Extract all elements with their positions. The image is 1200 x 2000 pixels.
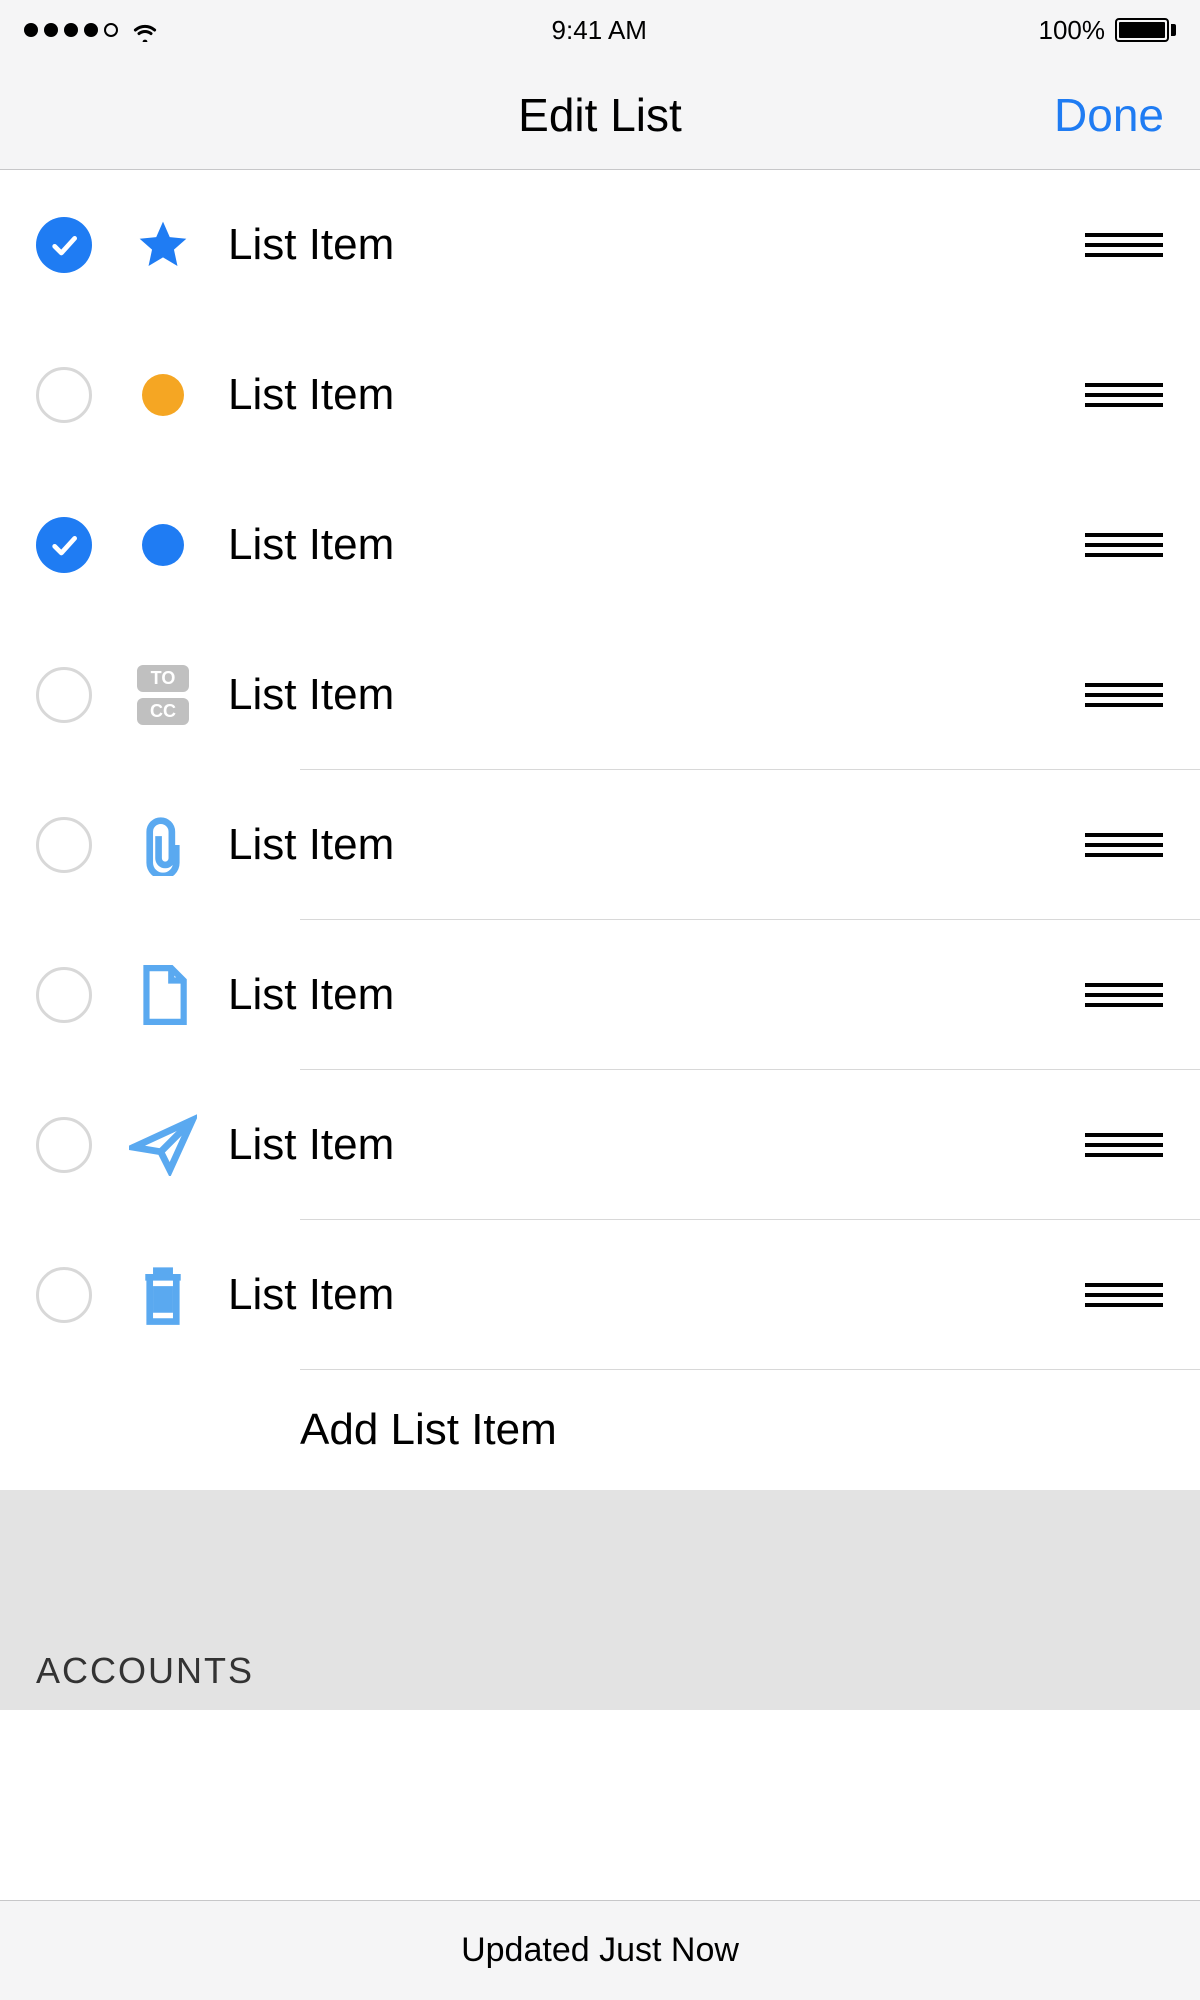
row-label: List Item <box>228 520 1084 570</box>
row-label: List Item <box>228 670 1084 720</box>
paperclip-icon <box>118 814 208 876</box>
trash-icon <box>118 1264 208 1326</box>
unread-blue-dot-icon <box>118 524 208 566</box>
list-row[interactable]: List Item <box>0 170 1200 320</box>
row-checkbox[interactable] <box>36 967 92 1023</box>
row-label: List Item <box>228 370 1084 420</box>
list-row[interactable]: List Item <box>0 470 1200 620</box>
edit-list: List Item List Item List Item TO <box>0 170 1200 1490</box>
paper-plane-icon <box>118 1114 208 1176</box>
signal-strength-icon <box>24 23 118 37</box>
row-checkbox[interactable] <box>36 1267 92 1323</box>
status-bar: 9:41 AM 100% <box>0 0 1200 60</box>
status-left <box>24 18 160 42</box>
done-button[interactable]: Done <box>1054 88 1164 142</box>
row-label: List Item <box>228 970 1084 1020</box>
battery-icon <box>1115 18 1169 42</box>
row-checkbox[interactable] <box>36 667 92 723</box>
star-icon <box>118 217 208 273</box>
bottom-toolbar: Updated Just Now <box>0 1900 1200 2000</box>
list-row[interactable]: List Item <box>0 320 1200 470</box>
section-gap <box>0 1490 1200 1610</box>
drag-handle-icon[interactable] <box>1084 683 1164 707</box>
row-label: List Item <box>228 220 1084 270</box>
list-row[interactable]: List Item <box>0 770 1200 920</box>
drag-handle-icon[interactable] <box>1084 1133 1164 1157</box>
nav-bar: Edit List Done <box>0 60 1200 170</box>
accounts-section-header: ACCOUNTS <box>0 1610 1200 1710</box>
drag-handle-icon[interactable] <box>1084 533 1164 557</box>
to-badge: TO <box>137 665 189 692</box>
row-checkbox[interactable] <box>36 367 92 423</box>
row-label: List Item <box>228 1120 1084 1170</box>
row-label: List Item <box>228 820 1084 870</box>
list-row[interactable]: TO CC List Item <box>0 620 1200 770</box>
row-checkbox[interactable] <box>36 1117 92 1173</box>
row-checkbox[interactable] <box>36 517 92 573</box>
updated-status: Updated Just Now <box>461 1931 739 1970</box>
unread-orange-dot-icon <box>118 374 208 416</box>
cc-badge: CC <box>137 698 189 725</box>
row-label: List Item <box>228 1270 1084 1320</box>
status-time: 9:41 AM <box>552 15 647 46</box>
list-row[interactable]: List Item <box>0 920 1200 1070</box>
row-checkbox[interactable] <box>36 217 92 273</box>
drag-handle-icon[interactable] <box>1084 983 1164 1007</box>
status-battery: 100% <box>1039 15 1177 46</box>
drag-handle-icon[interactable] <box>1084 233 1164 257</box>
document-icon <box>118 964 208 1026</box>
page-title: Edit List <box>518 88 682 142</box>
list-row[interactable]: List Item <box>0 1070 1200 1220</box>
add-list-item-button[interactable]: Add List Item <box>0 1370 1200 1490</box>
add-list-item-label: Add List Item <box>300 1405 557 1455</box>
drag-handle-icon[interactable] <box>1084 383 1164 407</box>
drag-handle-icon[interactable] <box>1084 1283 1164 1307</box>
drag-handle-icon[interactable] <box>1084 833 1164 857</box>
battery-percent: 100% <box>1039 15 1106 46</box>
list-row[interactable]: List Item <box>0 1220 1200 1370</box>
to-cc-icon: TO CC <box>118 665 208 725</box>
wifi-icon <box>130 18 160 42</box>
row-checkbox[interactable] <box>36 817 92 873</box>
